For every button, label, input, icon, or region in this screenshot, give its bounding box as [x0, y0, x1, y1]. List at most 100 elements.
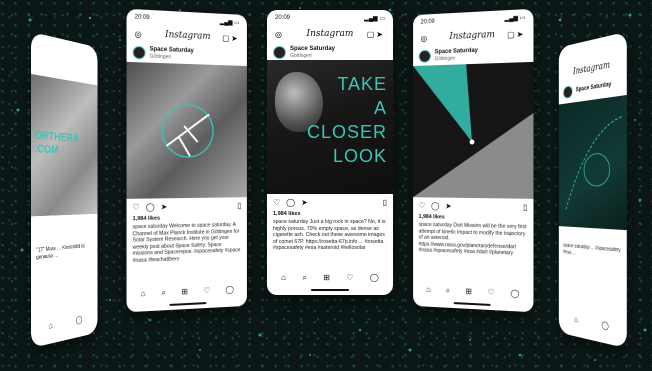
- post-caption: space saturday ... #spacesafety #esa ...: [563, 243, 621, 262]
- avatar[interactable]: [563, 85, 573, 99]
- app-header: ◎ Instagram ▢➤: [419, 26, 528, 45]
- profile-icon[interactable]: ◯: [510, 289, 519, 302]
- camera-icon[interactable]: ◎: [135, 29, 142, 38]
- app-header: ◎ Instagram ▢➤: [133, 26, 242, 45]
- post-caption: space saturday Dart Mission will be the …: [419, 222, 528, 258]
- headline: TAKE A CLOSER LOOK: [307, 72, 387, 168]
- post-title-text: ORTHERA .COM: [35, 129, 95, 159]
- heart-icon[interactable]: ♡: [273, 198, 280, 208]
- tab-bar: ⌂ ⌕ ⊞ ♡ ◯: [133, 285, 242, 302]
- signal-icon: ▂▄▆ ▭: [505, 14, 526, 25]
- home-icon[interactable]: ⌂: [281, 273, 286, 285]
- likes-count: 1,984 likes: [419, 214, 445, 220]
- profile-icon[interactable]: ◯: [76, 315, 83, 328]
- bookmark-icon[interactable]: ▯: [523, 203, 527, 213]
- likes-count: 1,984 likes: [133, 216, 161, 223]
- tab-bar: ⌂ ◯: [563, 312, 621, 336]
- camera-icon[interactable]: ◎: [421, 34, 428, 43]
- home-indicator: [454, 302, 490, 306]
- status-time: 20:09: [421, 19, 435, 30]
- avatar[interactable]: [133, 45, 146, 59]
- profile-icon[interactable]: ◯: [601, 320, 608, 334]
- likes-count: 1,984 likes: [273, 211, 301, 217]
- orbit-diagram: [559, 95, 627, 230]
- share-icon[interactable]: ➤: [161, 202, 168, 212]
- phone-4: 20:09 ▂▄▆ ▭ ◎ Instagram ▢➤ Space Saturday…: [413, 9, 533, 313]
- headline-line: TAKE: [307, 72, 387, 96]
- home-icon[interactable]: ⌂: [574, 315, 578, 327]
- heart-icon[interactable]: ♡: [346, 273, 353, 285]
- bookmark-icon[interactable]: ▯: [383, 198, 387, 208]
- post-actions: ♡ ◯ ➤ ▯: [133, 201, 242, 213]
- asteroid-impact-graphic: [413, 62, 533, 199]
- post-image[interactable]: [127, 62, 247, 199]
- app-logo: Instagram: [165, 30, 211, 42]
- logo-emblem: [127, 62, 247, 199]
- avatar[interactable]: [273, 46, 286, 59]
- search-icon[interactable]: ⌕: [446, 286, 450, 298]
- app-logo: Instagram: [307, 29, 354, 39]
- post-actions: ♡ ◯ ➤ ▯: [273, 198, 387, 208]
- heart-icon[interactable]: ♡: [419, 201, 426, 211]
- bookmark-icon[interactable]: ▯: [237, 201, 241, 211]
- status-time: 20:09: [275, 15, 290, 25]
- phone-3: 20:09 ▂▄▆ ▭ ◎ Instagram ▢➤ Space Saturday…: [267, 10, 393, 295]
- profile-icon[interactable]: ◯: [225, 285, 233, 297]
- phone-5: Instagram Space Saturday space saturday …: [559, 32, 627, 349]
- tab-bar: ⌂ ⌕ ⊞ ♡ ◯: [419, 285, 528, 302]
- comment-icon[interactable]: ◯: [431, 201, 439, 211]
- stage: ORTHERA .COM "17" Mass … Kinderbild ist …: [0, 0, 652, 371]
- tab-bar: ⌂ ◯: [36, 313, 93, 337]
- home-icon[interactable]: ⌂: [426, 285, 431, 297]
- headline-line: A: [307, 96, 387, 120]
- search-icon[interactable]: ⌕: [302, 273, 306, 285]
- post-account[interactable]: Space Saturday Göttingen: [419, 44, 528, 64]
- tab-bar: ⌂ ⌕ ⊞ ♡ ◯: [273, 273, 387, 285]
- account-location: Göttingen: [435, 54, 478, 62]
- post-account[interactable]: Space Saturday Göttingen: [273, 44, 387, 60]
- heart-icon[interactable]: ♡: [133, 203, 140, 213]
- share-icon[interactable]: ➤: [301, 198, 308, 208]
- add-icon[interactable]: ⊞: [465, 287, 471, 299]
- send-icon[interactable]: ▢➤: [507, 29, 525, 39]
- phone-2: 20:09 ▂▄▆ ▭ ◎ Instagram ▢➤ Space Saturday…: [127, 9, 247, 313]
- home-icon[interactable]: ⌂: [141, 289, 146, 301]
- post-account[interactable]: Space Saturday Göttingen: [133, 44, 242, 64]
- account-name: Space Saturday: [576, 81, 612, 94]
- post-image[interactable]: [559, 95, 627, 230]
- profile-icon[interactable]: ◯: [370, 273, 379, 285]
- comment-icon[interactable]: ◯: [286, 198, 295, 208]
- status-time: 20:09: [135, 14, 150, 25]
- post-caption: space saturday Just a big rock in space?…: [273, 219, 387, 252]
- post-image[interactable]: [413, 62, 533, 199]
- send-icon[interactable]: ▢➤: [222, 33, 239, 43]
- home-indicator: [311, 289, 349, 291]
- headline-line: CLOSER: [307, 120, 387, 144]
- comment-icon[interactable]: ◯: [146, 202, 155, 212]
- search-icon[interactable]: ⌕: [161, 288, 165, 300]
- camera-icon[interactable]: ◎: [275, 30, 282, 39]
- avatar[interactable]: [419, 49, 431, 62]
- post-caption: "17" Mass … Kinderbild ist genauso …: [36, 243, 93, 262]
- signal-icon: ▂▄▆ ▭: [220, 19, 240, 30]
- post-actions: ♡ ◯ ➤ ▯: [419, 201, 528, 213]
- home-icon[interactable]: ⌂: [49, 321, 53, 334]
- add-icon[interactable]: ⊞: [323, 273, 330, 285]
- add-icon[interactable]: ⊞: [181, 287, 188, 299]
- account-name: Space Saturday: [290, 46, 335, 53]
- post-image: ORTHERA .COM: [31, 74, 97, 216]
- share-icon[interactable]: ➤: [445, 202, 451, 212]
- headline-line: LOOK: [307, 144, 387, 168]
- post-caption: space saturday Welcome to space saturday…: [133, 222, 242, 265]
- phone-1: ORTHERA .COM "17" Mass … Kinderbild ist …: [31, 32, 97, 348]
- account-location: Göttingen: [290, 53, 335, 59]
- app-logo: Instagram: [449, 30, 495, 42]
- app-header: ◎ Instagram ▢➤: [273, 27, 387, 41]
- heart-icon[interactable]: ♡: [203, 286, 210, 298]
- post-image[interactable]: TAKE A CLOSER LOOK: [267, 60, 393, 194]
- home-indicator: [170, 302, 206, 306]
- send-icon[interactable]: ▢➤: [367, 30, 385, 39]
- app-logo: Instagram: [573, 60, 610, 77]
- heart-icon[interactable]: ♡: [488, 288, 495, 300]
- signal-icon: ▂▄▆ ▭: [364, 15, 385, 25]
